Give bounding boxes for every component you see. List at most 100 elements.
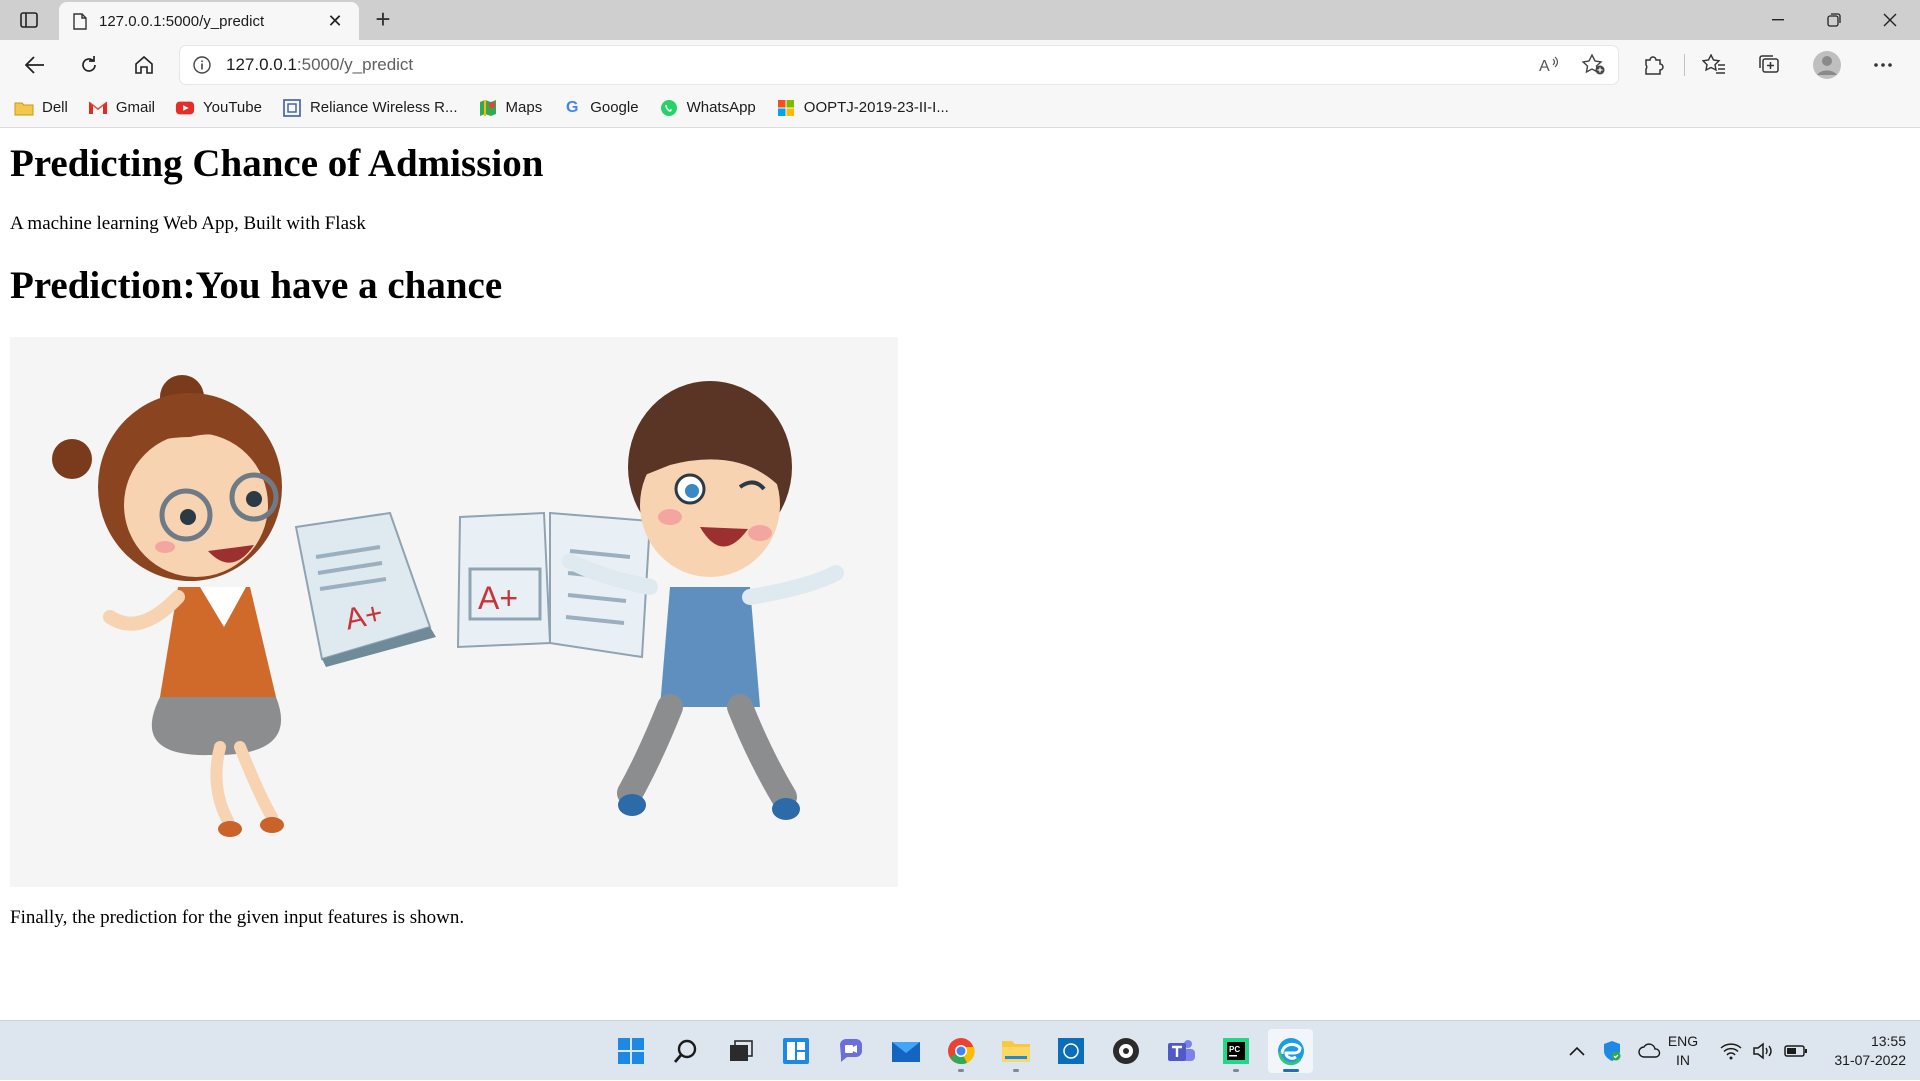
bookmark-label: Dell — [42, 99, 68, 116]
clock-time: 13:55 — [1870, 1033, 1906, 1049]
taskbar-media[interactable] — [1103, 1029, 1148, 1073]
tab-actions-icon — [20, 12, 38, 28]
favorites-button[interactable] — [1697, 48, 1731, 82]
bookmark-label: Maps — [505, 99, 543, 116]
running-indicator — [1232, 1069, 1239, 1072]
widgets-icon — [782, 1038, 809, 1064]
bookmark-gmail[interactable]: Gmail — [88, 98, 155, 118]
back-arrow-icon — [25, 56, 44, 74]
close-window-button[interactable] — [1862, 0, 1918, 40]
new-tab-button[interactable]: + — [368, 5, 398, 35]
puzzle-icon — [1645, 56, 1664, 75]
taskbar-pycharm[interactable]: PC — [1213, 1029, 1258, 1073]
teams-icon — [1167, 1040, 1195, 1061]
avatar — [1813, 51, 1841, 79]
battery-icon — [1784, 1045, 1807, 1057]
tab-strip: 127.0.0.1:5000/y_predict ✕ + — [0, 0, 1920, 40]
bookmark-label: WhatsApp — [686, 99, 756, 116]
page-icon — [282, 98, 302, 118]
clock[interactable]: 13:55 31-07-2022 — [1808, 1032, 1912, 1070]
bookmark-dell[interactable]: Dell — [14, 98, 68, 118]
task-view-icon — [729, 1040, 753, 1061]
toolbar-divider — [1684, 54, 1685, 76]
graded-paper-left: A+ — [294, 511, 436, 667]
refresh-icon — [82, 56, 96, 72]
quick-settings[interactable] — [1720, 1021, 1808, 1081]
running-indicator — [1012, 1069, 1019, 1072]
taskbar-widgets[interactable] — [773, 1029, 818, 1073]
taskbar-chat[interactable] — [828, 1029, 873, 1073]
taskbar-search[interactable] — [663, 1029, 708, 1073]
address-bar[interactable]: 127.0.0.1:5000/y_predict A — [180, 46, 1618, 84]
favorites-icon — [1702, 54, 1725, 74]
extensions-button[interactable] — [1636, 48, 1670, 82]
office-icon — [776, 98, 796, 118]
chat-icon — [839, 1039, 862, 1062]
add-favorite-icon[interactable] — [1582, 54, 1606, 76]
taskbar-file-explorer[interactable] — [993, 1029, 1038, 1073]
read-aloud-icon[interactable]: A — [1538, 55, 1560, 75]
restore-icon — [1827, 13, 1841, 27]
edge-icon — [1277, 1038, 1304, 1066]
bookmark-google[interactable]: G Google — [562, 98, 639, 118]
prediction-result: Prediction:You have a chance — [10, 264, 503, 307]
bookmarks-bar: Dell Gmail YouTube Reliance Wireless R..… — [0, 88, 1920, 128]
volume-icon — [1753, 1042, 1772, 1060]
maps-icon — [478, 98, 498, 118]
bookmark-maps[interactable]: Maps — [478, 98, 543, 118]
folder-icon — [1001, 1041, 1030, 1062]
taskbar-mail[interactable] — [883, 1029, 928, 1073]
folder-icon — [14, 98, 34, 118]
students-illustration: A+ A+ — [10, 337, 898, 887]
tab-active[interactable]: 127.0.0.1:5000/y_predict ✕ — [59, 2, 359, 40]
tab-actions-button[interactable] — [14, 8, 44, 32]
pycharm-icon: PC — [1222, 1038, 1249, 1064]
minimize-icon — [1772, 19, 1784, 21]
home-button[interactable] — [127, 48, 161, 82]
taskbar-edge[interactable] — [1268, 1029, 1313, 1073]
page-footer-text: Finally, the prediction for the given in… — [10, 907, 465, 928]
url-host: 127.0.0.1 — [226, 55, 297, 74]
collections-button[interactable] — [1752, 48, 1786, 82]
start-button[interactable] — [608, 1029, 653, 1073]
bookmark-label: Gmail — [115, 99, 156, 116]
restore-button[interactable] — [1806, 0, 1862, 40]
grade-right: A+ — [478, 580, 518, 616]
refresh-button[interactable] — [72, 48, 106, 82]
profile-button[interactable] — [1810, 48, 1844, 82]
girl-figure — [52, 375, 284, 837]
taskbar-chrome[interactable] — [938, 1029, 983, 1073]
security-shield-icon[interactable] — [1602, 1040, 1622, 1062]
language-indicator[interactable]: ENG IN — [1665, 1032, 1701, 1070]
media-player-icon — [1112, 1038, 1139, 1064]
page-subtitle: A machine learning Web App, Built with F… — [10, 213, 366, 234]
more-menu-button[interactable] — [1866, 48, 1900, 82]
bookmark-label: YouTube — [203, 99, 262, 116]
back-button[interactable] — [18, 48, 52, 82]
language-region: IN — [1676, 1052, 1690, 1068]
url-path: :5000/y_predict — [296, 55, 414, 74]
clock-date: 31-07-2022 — [1834, 1052, 1906, 1068]
close-tab-icon[interactable]: ✕ — [325, 11, 345, 32]
show-hidden-icons-icon[interactable] — [1568, 1045, 1586, 1057]
taskbar-task-view[interactable] — [718, 1029, 763, 1073]
url-text[interactable]: 127.0.0.1:5000/y_predict — [226, 55, 1538, 75]
collections-icon — [1759, 55, 1779, 73]
minimize-button[interactable] — [1750, 0, 1806, 40]
mail-icon — [891, 1042, 920, 1062]
dell-icon — [1057, 1038, 1084, 1064]
bookmark-label: OOPTJ-2019-23-II-I... — [803, 99, 949, 116]
google-icon: G — [565, 98, 579, 116]
gmail-icon — [88, 98, 108, 118]
language-code: ENG — [1667, 1033, 1699, 1049]
home-icon — [135, 55, 153, 74]
taskbar-teams[interactable] — [1158, 1029, 1203, 1073]
taskbar-dell-app[interactable] — [1048, 1029, 1093, 1073]
bookmark-reliance[interactable]: Reliance Wireless R... — [282, 98, 458, 118]
onedrive-cloud-icon[interactable] — [1638, 1043, 1662, 1059]
more-dots-icon — [1874, 63, 1892, 67]
bookmark-whatsapp[interactable]: WhatsApp — [659, 98, 756, 118]
info-icon[interactable] — [192, 55, 212, 75]
bookmark-youtube[interactable]: YouTube — [175, 98, 262, 118]
bookmark-ooptj[interactable]: OOPTJ-2019-23-II-I... — [776, 98, 949, 118]
